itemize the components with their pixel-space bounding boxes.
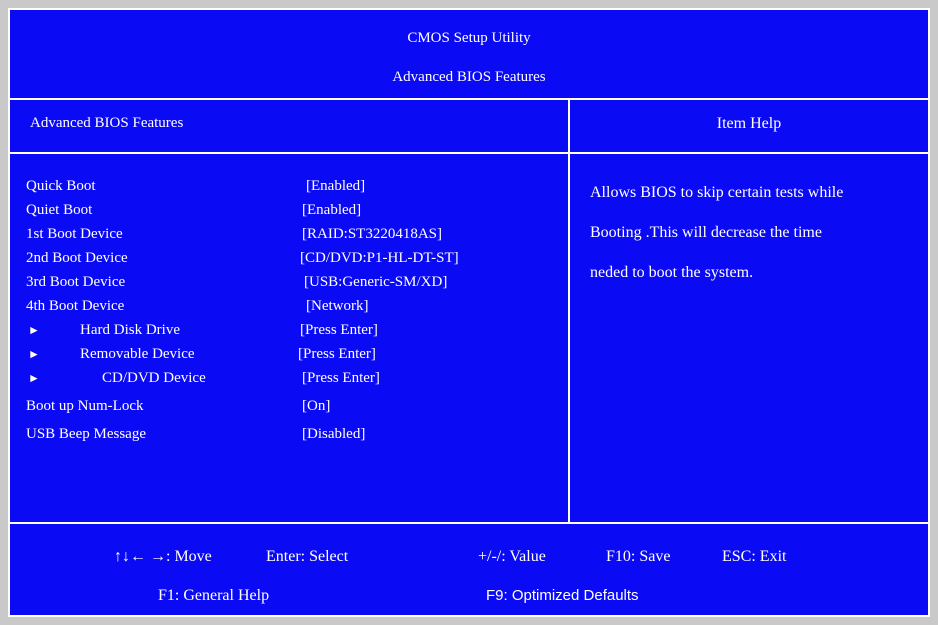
submenu-hard-disk-drive[interactable]: ► Hard Disk Drive [Press Enter]	[10, 322, 568, 346]
key-hint-move: ↑↓← →: Move	[114, 548, 212, 565]
item-help-title: Item Help	[716, 115, 782, 132]
setting-label: Removable Device	[80, 346, 195, 362]
key-hint-select: Enter: Select	[266, 548, 349, 565]
setting-label: Hard Disk Drive	[80, 322, 180, 338]
section-title: Advanced BIOS Features	[30, 115, 184, 131]
help-text-line: Booting .This will decrease the time	[590, 224, 822, 241]
header: CMOS Setup Utility Advanced BIOS Feature…	[10, 10, 928, 100]
setting-label: 1st Boot Device	[26, 226, 123, 242]
help-text-line: Allows BIOS to skip certain tests while	[590, 184, 844, 201]
setting-value[interactable]: [Press Enter]	[298, 346, 376, 363]
setting-2nd-boot-device[interactable]: 2nd Boot Device [CD/DVD:P1-HL-DT-ST]	[10, 250, 568, 274]
setting-value[interactable]: [RAID:ST3220418AS]	[302, 226, 442, 243]
submenu-arrow-icon: ►	[28, 347, 40, 361]
setting-label: Boot up Num-Lock	[26, 398, 144, 414]
setting-value[interactable]: [Press Enter]	[300, 322, 378, 339]
setting-label: 2nd Boot Device	[26, 250, 128, 266]
setting-value[interactable]: [Press Enter]	[302, 370, 380, 387]
setting-value[interactable]: [CD/DVD:P1-HL-DT-ST]	[300, 250, 459, 267]
key-hint-exit: ESC: Exit	[722, 548, 787, 565]
setting-value[interactable]: [Enabled]	[302, 202, 361, 219]
utility-title: CMOS Setup Utility	[407, 30, 531, 46]
submenu-cd-dvd-device[interactable]: ► CD/DVD Device [Press Enter]	[10, 370, 568, 394]
setting-quiet-boot[interactable]: Quiet Boot [Enabled]	[10, 202, 568, 226]
setting-4th-boot-device[interactable]: 4th Boot Device [Network]	[10, 298, 568, 322]
setting-usb-beep-message[interactable]: USB Beep Message [Disabled]	[10, 426, 568, 450]
key-hint-save: F10: Save	[606, 548, 671, 565]
setting-label: USB Beep Message	[26, 426, 146, 442]
setting-label: Quiet Boot	[26, 202, 93, 218]
setting-value[interactable]: [Enabled]	[306, 178, 365, 195]
setting-label: CD/DVD Device	[102, 370, 206, 386]
submenu-arrow-icon: ►	[28, 323, 40, 337]
key-legend: ↑↓← →: Move Enter: Select +/-/: Value F1…	[10, 522, 928, 617]
settings-list: Quick Boot [Enabled] Quiet Boot [Enabled…	[10, 154, 568, 522]
setting-value[interactable]: [Disabled]	[302, 426, 365, 443]
submenu-arrow-icon: ►	[28, 371, 40, 385]
section-header-bar: Advanced BIOS Features Item Help	[10, 100, 928, 154]
setting-quick-boot[interactable]: Quick Boot [Enabled]	[10, 178, 568, 202]
key-hint-optimized-defaults: F9: Optimized Defaults	[486, 587, 639, 604]
setting-value[interactable]: [USB:Generic-SM/XD]	[304, 274, 447, 291]
key-hint-general-help: F1: General Help	[158, 587, 270, 604]
setting-value[interactable]: [On]	[302, 398, 330, 415]
setting-label: Quick Boot	[26, 178, 96, 194]
help-text-line: neded to boot the system.	[590, 264, 754, 281]
setting-label: 3rd Boot Device	[26, 274, 126, 290]
setting-boot-up-num-lock[interactable]: Boot up Num-Lock [On]	[10, 398, 568, 422]
setting-label: 4th Boot Device	[26, 298, 125, 314]
setting-3rd-boot-device[interactable]: 3rd Boot Device [USB:Generic-SM/XD]	[10, 274, 568, 298]
submenu-removable-device[interactable]: ► Removable Device [Press Enter]	[10, 346, 568, 370]
item-help-panel: Allows BIOS to skip certain tests while …	[570, 154, 928, 522]
bios-setup-screen: CMOS Setup Utility Advanced BIOS Feature…	[8, 8, 930, 617]
setting-1st-boot-device[interactable]: 1st Boot Device [RAID:ST3220418AS]	[10, 226, 568, 250]
key-hint-value: +/-/: Value	[478, 548, 546, 565]
page-subtitle: Advanced BIOS Features	[392, 69, 546, 85]
setting-value[interactable]: [Network]	[306, 298, 368, 315]
